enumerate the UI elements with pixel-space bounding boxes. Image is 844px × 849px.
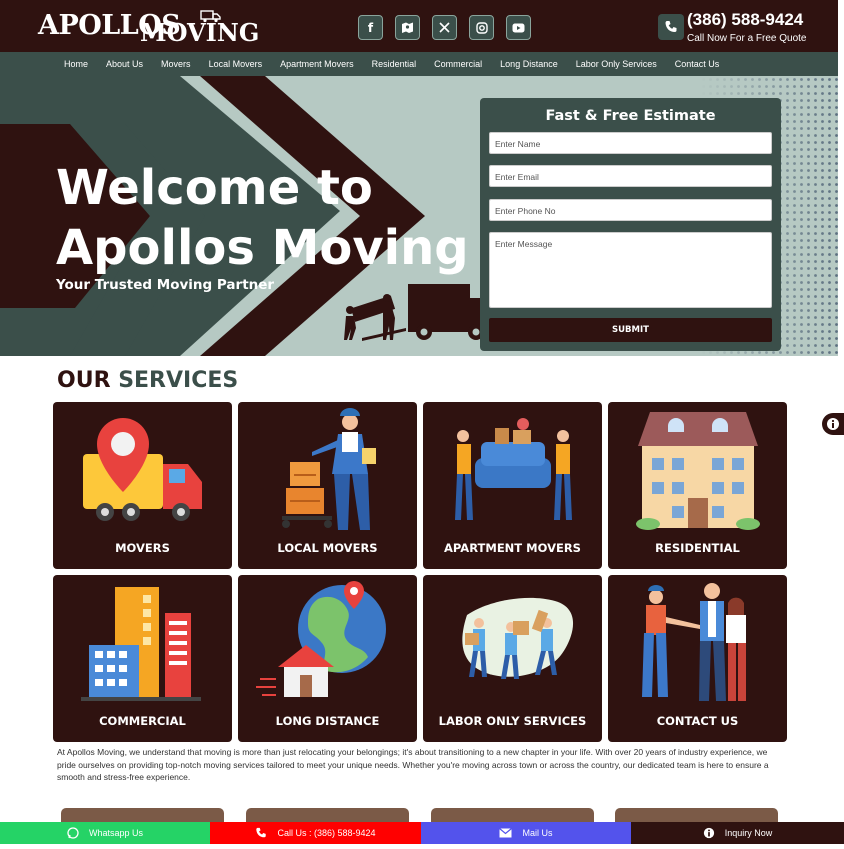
- x-icon[interactable]: [432, 15, 457, 40]
- movers-truck-illustration: [344, 284, 492, 341]
- service-card-label: LABOR ONLY SERVICES: [438, 714, 587, 728]
- submit-button[interactable]: SUBMIT: [489, 318, 772, 342]
- hero-title: Welcome to Apollos Moving: [56, 160, 469, 276]
- services-heading: OUR SERVICES: [57, 368, 238, 393]
- info-icon: [703, 827, 714, 839]
- header: APOLLOS MOVING f (386) 588-9424 Call Now…: [0, 0, 838, 52]
- service-card-label: CONTACT US: [656, 714, 739, 728]
- service-card-commercial[interactable]: COMMERCIAL: [53, 575, 232, 742]
- nav-contact-us[interactable]: Contact Us: [675, 59, 720, 69]
- nav-apartment-movers[interactable]: Apartment Movers: [280, 59, 354, 69]
- sticky-contact-bar: Whatsapp Us Call Us : (386) 588-9424 Mai…: [0, 822, 844, 844]
- call-label: Call Us : (386) 588-9424: [277, 828, 376, 838]
- phone-icon: [256, 827, 267, 838]
- mail-label: Mail Us: [522, 828, 553, 838]
- nav-residential[interactable]: Residential: [372, 59, 417, 69]
- estimate-form: Fast & Free Estimate Enter Name Enter Em…: [480, 98, 781, 351]
- inquiry-button[interactable]: Inquiry Now: [631, 822, 844, 844]
- nav-movers[interactable]: Movers: [161, 59, 191, 69]
- services-heading-our: OUR: [57, 368, 111, 393]
- main-nav: Home About Us Movers Local Movers Apartm…: [0, 52, 838, 76]
- service-card-label: MOVERS: [115, 541, 170, 555]
- header-phone-number[interactable]: (386) 588-9424: [687, 10, 803, 30]
- nav-commercial[interactable]: Commercial: [434, 59, 482, 69]
- nav-labor-only-services[interactable]: Labor Only Services: [576, 59, 657, 69]
- nav-about-us[interactable]: About Us: [106, 59, 143, 69]
- service-card-labor-only-services[interactable]: LABOR ONLY SERVICES: [423, 575, 602, 742]
- truck-icon: [200, 10, 221, 23]
- whatsapp-icon: [67, 827, 79, 839]
- labor-workers-illustration: [462, 597, 574, 679]
- estimate-form-title: Fast & Free Estimate: [545, 108, 716, 124]
- about-paragraph: At Apollos Moving, we understand that mo…: [57, 747, 769, 782]
- service-card-label: COMMERCIAL: [99, 714, 186, 728]
- services-heading-services: SERVICES: [118, 368, 239, 393]
- page: APOLLOS MOVING f (386) 588-9424 Call Now…: [0, 0, 844, 849]
- facebook-icon[interactable]: f: [358, 15, 383, 40]
- accessibility-toggle[interactable]: [822, 413, 844, 435]
- apartment-movers-illustration: [455, 418, 572, 520]
- social-links: f: [358, 15, 531, 40]
- inquiry-label: Inquiry Now: [724, 828, 773, 838]
- nav-home[interactable]: Home: [64, 59, 88, 69]
- google-maps-icon[interactable]: [395, 15, 420, 40]
- mail-icon: [499, 828, 513, 838]
- phone-icon[interactable]: [658, 14, 684, 40]
- service-card-label: LONG DISTANCE: [275, 714, 380, 728]
- info-icon: [827, 418, 839, 430]
- contact-handshake-illustration: [642, 583, 746, 701]
- service-card-residential[interactable]: RESIDENTIAL: [608, 402, 787, 569]
- long-distance-globe-icon: [256, 581, 386, 697]
- site-logo[interactable]: APOLLOS MOVING: [36, 8, 259, 48]
- mail-button[interactable]: Mail Us: [421, 822, 631, 844]
- message-input[interactable]: Enter Message: [489, 232, 772, 308]
- whatsapp-label: Whatsapp Us: [88, 828, 144, 838]
- nav-long-distance[interactable]: Long Distance: [500, 59, 558, 69]
- call-button[interactable]: Call Us : (386) 588-9424: [210, 822, 421, 844]
- service-card-label: APARTMENT MOVERS: [444, 541, 581, 555]
- service-card-local-movers[interactable]: LOCAL MOVERS: [238, 402, 417, 569]
- movers-truck-pin-icon: [83, 418, 202, 521]
- service-card-long-distance[interactable]: LONG DISTANCE: [238, 575, 417, 742]
- commercial-buildings-icon: [81, 587, 201, 701]
- instagram-icon[interactable]: [469, 15, 494, 40]
- service-card-label: RESIDENTIAL: [655, 541, 740, 555]
- nav-local-movers[interactable]: Local Movers: [209, 59, 263, 69]
- name-input[interactable]: Enter Name: [489, 132, 772, 154]
- hero-subtitle: Your Trusted Moving Partner: [56, 277, 275, 293]
- service-card-movers[interactable]: MOVERS: [53, 402, 232, 569]
- phone-input[interactable]: Enter Phone No: [489, 199, 772, 221]
- service-card-label: LOCAL MOVERS: [277, 541, 378, 555]
- youtube-icon[interactable]: [506, 15, 531, 40]
- local-movers-illustration: [282, 408, 376, 530]
- whatsapp-button[interactable]: Whatsapp Us: [0, 822, 210, 844]
- service-card-apartment-movers[interactable]: APARTMENT MOVERS: [423, 402, 602, 569]
- service-card-contact-us[interactable]: CONTACT US: [608, 575, 787, 742]
- header-phone-subtext: Call Now For a Free Quote: [687, 33, 807, 44]
- email-input[interactable]: Enter Email: [489, 165, 772, 187]
- residential-house-icon: [636, 412, 760, 530]
